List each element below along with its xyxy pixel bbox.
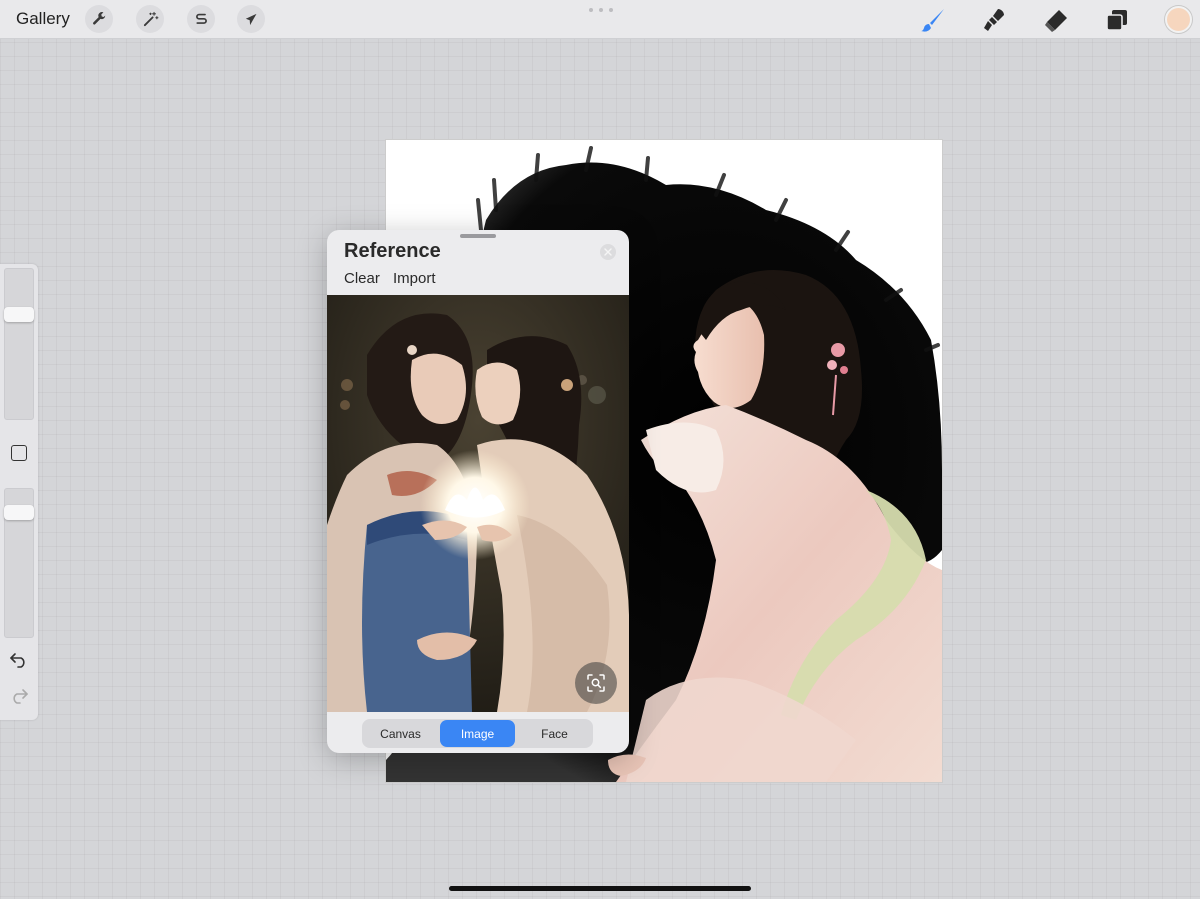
- layers-icon: [1106, 10, 1127, 31]
- reference-import-button[interactable]: Import: [393, 270, 436, 287]
- modify-button[interactable]: [11, 445, 27, 461]
- reference-zoom-button[interactable]: [575, 662, 617, 704]
- brush-size-slider[interactable]: [4, 268, 34, 420]
- scan-search-icon: [587, 674, 605, 692]
- smudge-button[interactable]: [980, 6, 1008, 34]
- tab-face[interactable]: Face: [517, 720, 592, 747]
- brush-icon: [921, 9, 944, 32]
- redo-button[interactable]: [9, 686, 29, 704]
- wrench-icon: [92, 11, 106, 25]
- reference-drag-handle[interactable]: [460, 234, 496, 238]
- brush-opacity-thumb[interactable]: [4, 505, 34, 520]
- reference-clear-button[interactable]: Clear: [344, 270, 380, 287]
- brush-button[interactable]: [919, 6, 947, 34]
- transform-button[interactable]: [237, 5, 265, 33]
- reference-photo-artwork: [327, 295, 629, 712]
- top-toolbar: Gallery: [0, 0, 1200, 39]
- drag-handle[interactable]: [589, 8, 613, 14]
- reference-close-button[interactable]: [600, 244, 616, 260]
- eraser-button[interactable]: [1042, 6, 1070, 34]
- close-icon: [604, 248, 612, 256]
- reference-photo[interactable]: [327, 295, 629, 712]
- eraser-icon: [1045, 10, 1067, 32]
- adjustments-button[interactable]: [136, 5, 164, 33]
- undo-icon: [10, 653, 25, 668]
- tab-image[interactable]: Image: [440, 720, 515, 747]
- brush-opacity-slider[interactable]: [4, 488, 34, 638]
- redo-icon: [13, 689, 28, 704]
- tab-canvas[interactable]: Canvas: [363, 720, 438, 747]
- smudge-icon: [984, 9, 1004, 31]
- home-indicator[interactable]: [449, 886, 751, 891]
- magic-wand-icon: [143, 11, 158, 26]
- color-picker-button[interactable]: [1165, 6, 1192, 33]
- actions-button[interactable]: [85, 5, 113, 33]
- reference-mode-tabs: Canvas Image Face: [362, 719, 593, 748]
- brush-size-thumb[interactable]: [4, 307, 34, 322]
- layers-button[interactable]: [1103, 6, 1131, 34]
- left-sidebar: [0, 264, 38, 720]
- reference-panel[interactable]: Reference Clear Import Canvas Image Face: [327, 230, 629, 753]
- transform-arrow-icon: [245, 13, 256, 25]
- selection-button[interactable]: [187, 5, 215, 33]
- reference-title: Reference: [344, 240, 441, 262]
- gallery-button[interactable]: Gallery: [16, 9, 70, 29]
- undo-button[interactable]: [9, 650, 29, 668]
- selection-s-icon: [195, 13, 207, 24]
